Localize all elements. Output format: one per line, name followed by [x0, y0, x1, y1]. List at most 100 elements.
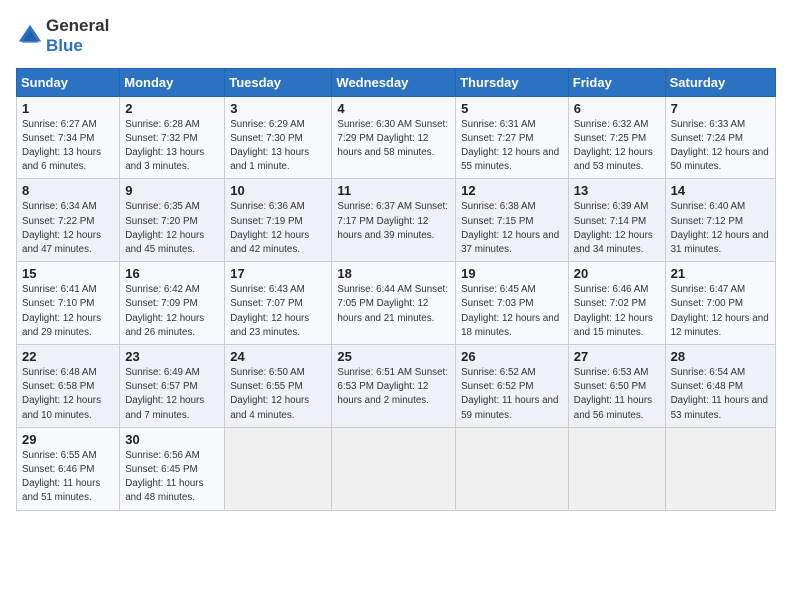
calendar-day-cell: 24 Sunrise: 6:50 AM Sunset: 6:55 PM Dayli… — [225, 345, 332, 428]
calendar-day-cell: 21 Sunrise: 6:47 AM Sunset: 7:00 PM Dayli… — [665, 262, 775, 345]
day-of-week-header: Sunday — [17, 68, 120, 96]
calendar-day-cell: 29 Sunrise: 6:55 AM Sunset: 6:46 PM Dayli… — [17, 427, 120, 510]
day-number: 16 — [125, 266, 220, 281]
day-number: 6 — [574, 101, 661, 116]
day-detail: Sunrise: 6:42 AM Sunset: 7:09 PM Dayligh… — [125, 283, 220, 340]
calendar-day-cell: 5Sunrise: 6:31 AM Sunset: 7:27 PM Daylig… — [456, 96, 569, 179]
calendar-day-cell: 3 Sunrise: 6:29 AM Sunset: 7:30 PM Daylig… — [225, 96, 332, 179]
day-detail: Sunrise: 6:52 AM Sunset: 6:52 PM Dayligh… — [461, 366, 564, 423]
calendar-table: SundayMondayTuesdayWednesdayThursdayFrid… — [16, 68, 776, 511]
day-detail: Sunrise: 6:48 AM Sunset: 6:58 PM Dayligh… — [22, 366, 115, 423]
calendar-week-row: 29 Sunrise: 6:55 AM Sunset: 6:46 PM Dayli… — [17, 427, 776, 510]
day-number: 9 — [125, 183, 220, 198]
day-number: 20 — [574, 266, 661, 281]
day-detail: Sunrise: 6:31 AM Sunset: 7:27 PM Dayligh… — [461, 118, 564, 175]
calendar-day-cell: 8 Sunrise: 6:34 AM Sunset: 7:22 PM Daylig… — [17, 179, 120, 262]
day-number: 14 — [671, 183, 771, 198]
day-detail: Sunrise: 6:34 AM Sunset: 7:22 PM Dayligh… — [22, 200, 115, 257]
day-number: 27 — [574, 349, 661, 364]
calendar-day-cell: 15 Sunrise: 6:41 AM Sunset: 7:10 PM Dayli… — [17, 262, 120, 345]
calendar-day-cell: 2Sunrise: 6:28 AM Sunset: 7:32 PM Daylig… — [120, 96, 225, 179]
day-detail: Sunrise: 6:41 AM Sunset: 7:10 PM Dayligh… — [22, 283, 115, 340]
calendar-day-cell: 18Sunrise: 6:44 AM Sunset: 7:05 PM Dayli… — [332, 262, 456, 345]
calendar-week-row: 15 Sunrise: 6:41 AM Sunset: 7:10 PM Dayli… — [17, 262, 776, 345]
day-number: 4 — [337, 101, 451, 116]
day-detail: Sunrise: 6:47 AM Sunset: 7:00 PM Dayligh… — [671, 283, 771, 340]
day-number: 3 — [230, 101, 327, 116]
day-detail: Sunrise: 6:44 AM Sunset: 7:05 PM Dayligh… — [337, 283, 451, 326]
day-detail: Sunrise: 6:29 AM Sunset: 7:30 PM Dayligh… — [230, 118, 327, 175]
day-number: 21 — [671, 266, 771, 281]
calendar-day-cell: 11 Sunrise: 6:37 AM Sunset: 7:17 PM Dayli… — [332, 179, 456, 262]
day-number: 10 — [230, 183, 327, 198]
day-detail: Sunrise: 6:50 AM Sunset: 6:55 PM Dayligh… — [230, 366, 327, 423]
calendar-day-cell: 26Sunrise: 6:52 AM Sunset: 6:52 PM Dayli… — [456, 345, 569, 428]
day-detail: Sunrise: 6:33 AM Sunset: 7:24 PM Dayligh… — [671, 118, 771, 175]
day-detail: Sunrise: 6:45 AM Sunset: 7:03 PM Dayligh… — [461, 283, 564, 340]
calendar-day-cell: 22 Sunrise: 6:48 AM Sunset: 6:58 PM Dayli… — [17, 345, 120, 428]
day-detail: Sunrise: 6:36 AM Sunset: 7:19 PM Dayligh… — [230, 200, 327, 257]
day-number: 15 — [22, 266, 115, 281]
calendar-day-cell: 13 Sunrise: 6:39 AM Sunset: 7:14 PM Dayli… — [568, 179, 665, 262]
calendar-day-cell: 1Sunrise: 6:27 AM Sunset: 7:34 PM Daylig… — [17, 96, 120, 179]
day-detail: Sunrise: 6:54 AM Sunset: 6:48 PM Dayligh… — [671, 366, 771, 423]
logo-text: GeneralBlue — [46, 16, 109, 56]
calendar-day-cell: 12 Sunrise: 6:38 AM Sunset: 7:15 PM Dayli… — [456, 179, 569, 262]
calendar-day-cell: 4 Sunrise: 6:30 AM Sunset: 7:29 PM Daylig… — [332, 96, 456, 179]
day-detail: Sunrise: 6:49 AM Sunset: 6:57 PM Dayligh… — [125, 366, 220, 423]
calendar-day-cell: 14 Sunrise: 6:40 AM Sunset: 7:12 PM Dayli… — [665, 179, 775, 262]
calendar-day-cell: 17 Sunrise: 6:43 AM Sunset: 7:07 PM Dayli… — [225, 262, 332, 345]
calendar-day-cell — [568, 427, 665, 510]
day-detail: Sunrise: 6:55 AM Sunset: 6:46 PM Dayligh… — [22, 449, 115, 506]
day-number: 7 — [671, 101, 771, 116]
day-number: 17 — [230, 266, 327, 281]
day-number: 29 — [22, 432, 115, 447]
day-detail: Sunrise: 6:32 AM Sunset: 7:25 PM Dayligh… — [574, 118, 661, 175]
calendar-day-cell: 25 Sunrise: 6:51 AM Sunset: 6:53 PM Dayli… — [332, 345, 456, 428]
calendar-day-cell: 19 Sunrise: 6:45 AM Sunset: 7:03 PM Dayli… — [456, 262, 569, 345]
calendar-day-cell: 27 Sunrise: 6:53 AM Sunset: 6:50 PM Dayli… — [568, 345, 665, 428]
calendar-body: 1Sunrise: 6:27 AM Sunset: 7:34 PM Daylig… — [17, 96, 776, 510]
day-detail: Sunrise: 6:56 AM Sunset: 6:45 PM Dayligh… — [125, 449, 220, 506]
day-number: 24 — [230, 349, 327, 364]
day-detail: Sunrise: 6:38 AM Sunset: 7:15 PM Dayligh… — [461, 200, 564, 257]
day-number: 22 — [22, 349, 115, 364]
day-of-week-header: Thursday — [456, 68, 569, 96]
calendar-day-cell — [665, 427, 775, 510]
day-of-week-header: Wednesday — [332, 68, 456, 96]
day-of-week-header: Tuesday — [225, 68, 332, 96]
calendar-day-cell: 10 Sunrise: 6:36 AM Sunset: 7:19 PM Dayli… — [225, 179, 332, 262]
day-number: 25 — [337, 349, 451, 364]
calendar-day-cell: 30Sunrise: 6:56 AM Sunset: 6:45 PM Dayli… — [120, 427, 225, 510]
calendar-header-row: SundayMondayTuesdayWednesdayThursdayFrid… — [17, 68, 776, 96]
day-number: 11 — [337, 183, 451, 198]
day-detail: Sunrise: 6:39 AM Sunset: 7:14 PM Dayligh… — [574, 200, 661, 257]
calendar-week-row: 8 Sunrise: 6:34 AM Sunset: 7:22 PM Daylig… — [17, 179, 776, 262]
day-of-week-header: Friday — [568, 68, 665, 96]
day-detail: Sunrise: 6:43 AM Sunset: 7:07 PM Dayligh… — [230, 283, 327, 340]
day-detail: Sunrise: 6:46 AM Sunset: 7:02 PM Dayligh… — [574, 283, 661, 340]
day-number: 12 — [461, 183, 564, 198]
day-detail: Sunrise: 6:53 AM Sunset: 6:50 PM Dayligh… — [574, 366, 661, 423]
calendar-day-cell: 28 Sunrise: 6:54 AM Sunset: 6:48 PM Dayli… — [665, 345, 775, 428]
day-number: 2 — [125, 101, 220, 116]
calendar-day-cell — [332, 427, 456, 510]
calendar-day-cell: 23 Sunrise: 6:49 AM Sunset: 6:57 PM Dayli… — [120, 345, 225, 428]
day-detail: Sunrise: 6:37 AM Sunset: 7:17 PM Dayligh… — [337, 200, 451, 243]
calendar-week-row: 1Sunrise: 6:27 AM Sunset: 7:34 PM Daylig… — [17, 96, 776, 179]
calendar-day-cell: 9Sunrise: 6:35 AM Sunset: 7:20 PM Daylig… — [120, 179, 225, 262]
day-detail: Sunrise: 6:27 AM Sunset: 7:34 PM Dayligh… — [22, 118, 115, 175]
day-number: 23 — [125, 349, 220, 364]
day-detail: Sunrise: 6:40 AM Sunset: 7:12 PM Dayligh… — [671, 200, 771, 257]
day-detail: Sunrise: 6:51 AM Sunset: 6:53 PM Dayligh… — [337, 366, 451, 409]
day-of-week-header: Saturday — [665, 68, 775, 96]
day-number: 28 — [671, 349, 771, 364]
day-detail: Sunrise: 6:30 AM Sunset: 7:29 PM Dayligh… — [337, 118, 451, 161]
calendar-day-cell: 16 Sunrise: 6:42 AM Sunset: 7:09 PM Dayli… — [120, 262, 225, 345]
day-of-week-header: Monday — [120, 68, 225, 96]
day-number: 8 — [22, 183, 115, 198]
calendar-day-cell — [456, 427, 569, 510]
page-header: GeneralBlue — [16, 16, 776, 56]
day-number: 19 — [461, 266, 564, 281]
day-number: 13 — [574, 183, 661, 198]
